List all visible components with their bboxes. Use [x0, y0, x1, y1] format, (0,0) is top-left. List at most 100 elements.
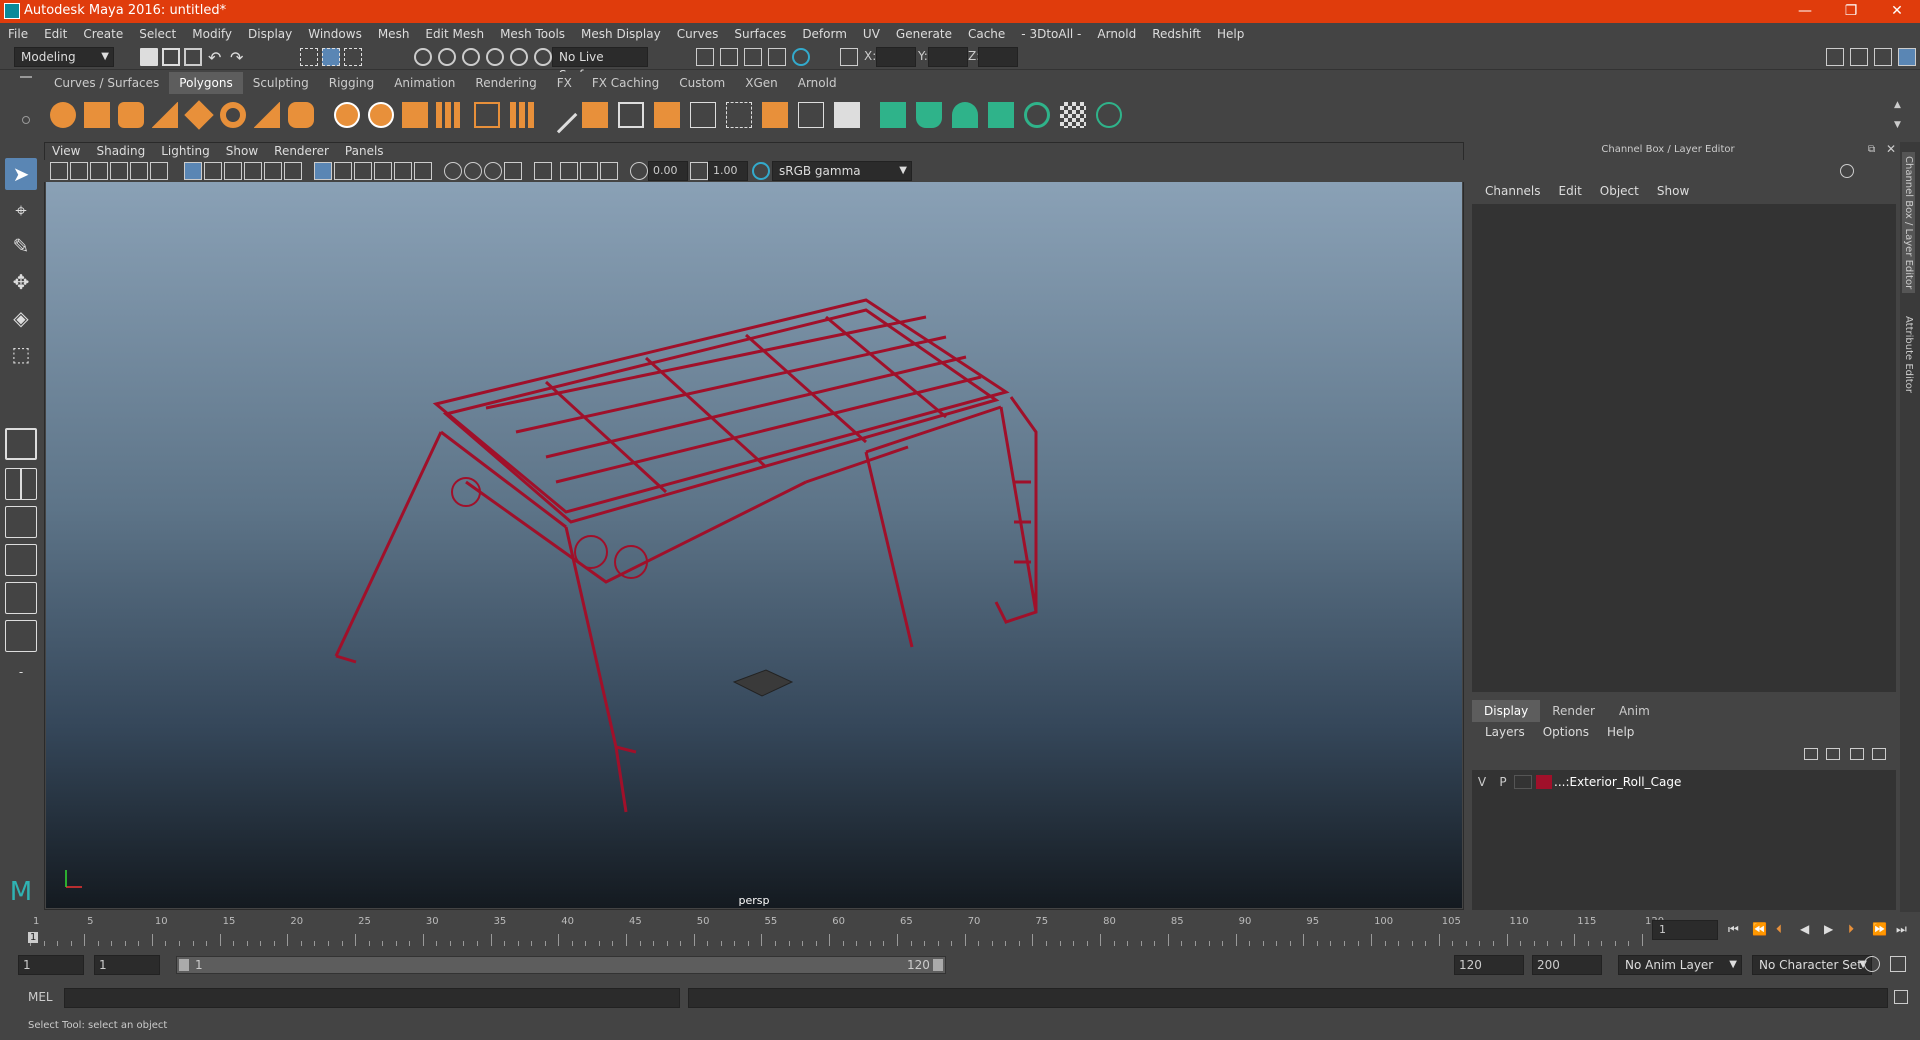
- axis-icon[interactable]: [1840, 164, 1854, 178]
- snap-live-icon[interactable]: [534, 48, 552, 66]
- layer-tab-render[interactable]: Render: [1540, 700, 1607, 722]
- lights-icon[interactable]: [394, 162, 412, 180]
- append-polygon-icon[interactable]: [798, 102, 824, 128]
- menu-edit-mesh[interactable]: Edit Mesh: [417, 27, 492, 41]
- new-layer-selected-icon[interactable]: [1872, 748, 1886, 760]
- shadows-icon[interactable]: [414, 162, 432, 180]
- anim-end-field[interactable]: 200: [1532, 955, 1602, 975]
- multi-cut-icon[interactable]: [540, 96, 578, 134]
- y-field[interactable]: [928, 47, 968, 67]
- step-forward-key-icon[interactable]: ⏩: [1872, 922, 1887, 936]
- extract-icon[interactable]: [402, 102, 428, 128]
- viewport-menu-show[interactable]: Show: [218, 142, 266, 160]
- poly-sphere-icon[interactable]: [50, 102, 76, 128]
- layer-type-toggle[interactable]: [1514, 775, 1532, 789]
- move-layer-down-icon[interactable]: [1826, 748, 1840, 760]
- select-tool-icon[interactable]: ➤: [5, 158, 37, 190]
- move-layer-up-icon[interactable]: [1804, 748, 1818, 760]
- render-frame-icon[interactable]: [720, 48, 738, 66]
- step-forward-frame-icon[interactable]: ⏵: [1848, 922, 1854, 937]
- poly-cone-icon[interactable]: [152, 102, 178, 128]
- grease-pencil-icon[interactable]: [150, 162, 168, 180]
- depth-of-field-icon[interactable]: [504, 162, 522, 180]
- restore-button[interactable]: ❐: [1828, 1, 1874, 21]
- current-frame-field[interactable]: 1: [1652, 920, 1718, 940]
- color-space-dropdown[interactable]: sRGB gamma ▼: [772, 161, 912, 181]
- shelf-tab-animation[interactable]: Animation: [384, 72, 466, 94]
- minimize-button[interactable]: —: [1782, 1, 1828, 21]
- go-to-end-icon[interactable]: ⏭: [1896, 922, 1907, 937]
- mode-dropdown[interactable]: Modeling ▼: [14, 47, 114, 67]
- single-view-icon[interactable]: [5, 428, 37, 460]
- uv-planar-icon[interactable]: [880, 102, 906, 128]
- menu-curves[interactable]: Curves: [669, 27, 727, 41]
- shelf-tab-rendering[interactable]: Rendering: [465, 72, 547, 94]
- mel-label[interactable]: MEL: [28, 990, 53, 1004]
- isolate-select-icon[interactable]: [534, 162, 552, 180]
- viewport-menu-shading[interactable]: Shading: [88, 142, 153, 160]
- four-view-icon[interactable]: [5, 468, 37, 500]
- menu-deform[interactable]: Deform: [794, 27, 855, 41]
- ambient-occlusion-icon[interactable]: [444, 162, 462, 180]
- character-set-dropdown[interactable]: No Character Set ▼: [1752, 955, 1872, 975]
- tab-attribute-editor[interactable]: Attribute Editor: [1902, 312, 1915, 397]
- attribute-editor-icon[interactable]: [1850, 48, 1868, 66]
- menu-create[interactable]: Create: [75, 27, 131, 41]
- layer-menu-layers[interactable]: Layers: [1476, 725, 1534, 739]
- camera-select-icon[interactable]: [50, 162, 68, 180]
- resolution-gate-icon[interactable]: [224, 162, 242, 180]
- poly-torus-icon[interactable]: [220, 102, 246, 128]
- step-back-key-icon[interactable]: ⏪: [1752, 922, 1767, 936]
- scale-tool-icon[interactable]: ⬚: [5, 338, 37, 370]
- snap-curve-icon[interactable]: [438, 48, 456, 66]
- xray-components-icon[interactable]: [600, 162, 618, 180]
- save-scene-icon[interactable]: [184, 48, 202, 66]
- script-editor-icon[interactable]: [1894, 990, 1908, 1004]
- layer-menu-options[interactable]: Options: [1534, 725, 1598, 739]
- bevel-icon[interactable]: [654, 102, 680, 128]
- anim-layer-dropdown[interactable]: No Anim Layer ▼: [1618, 955, 1742, 975]
- menu-redshift[interactable]: Redshift: [1144, 27, 1209, 41]
- anim-prefs-icon[interactable]: [1890, 956, 1906, 972]
- color-management-icon[interactable]: [752, 162, 770, 180]
- gamma-field[interactable]: 1.00: [708, 161, 748, 181]
- snap-point-icon[interactable]: [462, 48, 480, 66]
- close-button[interactable]: ✕: [1874, 1, 1920, 21]
- new-layer-icon[interactable]: [1850, 748, 1864, 760]
- tab-channel-box[interactable]: Channel Box / Layer Editor: [1902, 152, 1915, 294]
- ipr-render-icon[interactable]: [744, 48, 762, 66]
- float-panel-icon[interactable]: ⧉: [1868, 144, 1875, 155]
- mel-input[interactable]: [64, 988, 680, 1008]
- select-component-icon[interactable]: [344, 48, 362, 66]
- gate-mask-icon[interactable]: [244, 162, 262, 180]
- menu-generate[interactable]: Generate: [888, 27, 960, 41]
- x-field[interactable]: [876, 47, 916, 67]
- menu-windows[interactable]: Windows: [300, 27, 370, 41]
- viewport-menu-panels[interactable]: Panels: [337, 142, 392, 160]
- channel-menu-edit[interactable]: Edit: [1550, 184, 1591, 198]
- insert-edge-loop-icon[interactable]: [690, 102, 716, 128]
- outliner-persp-icon[interactable]: [5, 620, 37, 652]
- redo-icon[interactable]: ↷: [230, 48, 248, 67]
- textured-icon[interactable]: [374, 162, 392, 180]
- time-ruler[interactable]: 1 5 10 15 20 25 30 35 40 45 50 55 60 65 70 75 80 85 90 95 10…: [28, 916, 1664, 946]
- playback-end-field[interactable]: 120: [1454, 955, 1524, 975]
- layer-playback-toggle[interactable]: P: [1492, 775, 1514, 789]
- uv-automatic-icon[interactable]: [988, 102, 1014, 128]
- shelf-tab-fx[interactable]: FX: [546, 72, 582, 94]
- auto-key-icon[interactable]: [1864, 956, 1880, 972]
- shelf-tab-custom[interactable]: Custom: [669, 72, 736, 94]
- side-by-side-icon[interactable]: [5, 506, 37, 538]
- menu-cache[interactable]: Cache: [960, 27, 1013, 41]
- z-field[interactable]: [978, 47, 1018, 67]
- range-end-handle[interactable]: [933, 959, 943, 971]
- persp-outliner-icon[interactable]: [5, 582, 37, 614]
- range-start-handle[interactable]: [179, 959, 189, 971]
- rotate-tool-icon[interactable]: ◈: [5, 302, 37, 334]
- range-slider[interactable]: 1 120: [176, 956, 946, 974]
- poly-cylinder-icon[interactable]: [118, 102, 144, 128]
- uv-spherical-icon[interactable]: [952, 102, 978, 128]
- menu-select[interactable]: Select: [131, 27, 184, 41]
- 3d-viewport[interactable]: persp: [46, 182, 1462, 908]
- custom-layout-icon[interactable]: -: [5, 656, 37, 688]
